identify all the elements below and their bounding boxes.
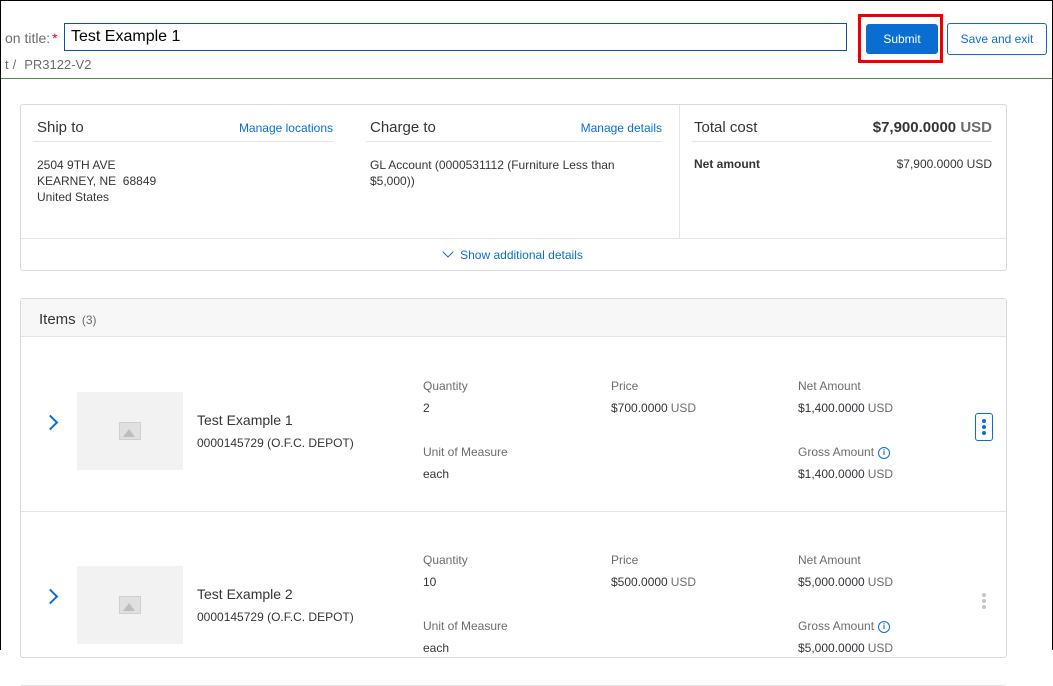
gross-amount: $1,400.0000 — [798, 467, 865, 481]
total-cost-value: $7,900.0000 USD — [873, 119, 992, 136]
charge-to-title: Charge to — [370, 119, 436, 136]
price-value: $500.0000 USD — [611, 575, 696, 589]
quantity-label: Quantity — [423, 379, 468, 393]
net-amount: $1,400.0000 — [798, 401, 865, 415]
quantity-value: 2 — [423, 401, 430, 415]
charge-to-account: GL Account (0000531112 (Furniture Less t… — [370, 158, 615, 188]
breadcrumb: t / PR3122-V2 — [5, 57, 91, 72]
items-section: Items (3) Test Example 1 0000145729 (O.F… — [20, 298, 1007, 686]
info-icon[interactable]: i — [878, 446, 891, 459]
gross-amount-label-text: Gross Amount — [798, 619, 875, 633]
price-amount: $700.0000 — [611, 401, 668, 415]
price-amount: $500.0000 — [611, 575, 668, 589]
ship-to-title: Ship to — [37, 119, 84, 136]
gross-amount-label-text: Gross Amount — [798, 445, 875, 459]
gross-amount: $5,000.0000 — [798, 641, 865, 655]
ship-to-header: Ship to Manage locations — [33, 105, 333, 142]
card-divider — [21, 238, 1006, 239]
more-vertical-icon[interactable] — [975, 413, 993, 441]
manage-locations-link[interactable]: Manage locations — [239, 121, 333, 135]
item-row: Test Example 2 0000145729 (O.F.C. DEPOT)… — [21, 511, 1006, 686]
uom-label: Unit of Measure — [423, 619, 508, 633]
net-amount-label: Net Amount — [798, 379, 861, 393]
breadcrumb-separator: / — [12, 57, 17, 72]
total-cost-section: Total cost $7,900.0000 USD Net amount $7… — [679, 105, 1008, 238]
net-amount-value: $5,000.0000 USD — [798, 575, 893, 589]
net-amount-value: $1,400.0000 USD — [798, 401, 893, 415]
price-label: Price — [611, 379, 639, 393]
title-label: on title: * — [5, 30, 58, 46]
chevron-right-icon[interactable] — [42, 414, 59, 431]
frame-top-border — [0, 0, 1053, 1]
ship-to-section: Ship to Manage locations 2504 9TH AVE KE… — [33, 105, 333, 238]
gross-currency: USD — [867, 467, 894, 481]
item-supplier: 0000145729 (O.F.C. DEPOT) — [197, 436, 354, 450]
uom-label: Unit of Measure — [423, 445, 508, 459]
gross-amount-value: $1,400.0000 USD — [798, 467, 893, 481]
address-line-1: 2504 9TH AVE — [37, 158, 116, 172]
quantity-value: 10 — [423, 575, 437, 589]
show-additional-details-label: Show additional details — [460, 248, 583, 262]
price-currency: USD — [670, 575, 697, 589]
price-currency: USD — [670, 401, 697, 415]
item-image-placeholder — [77, 392, 183, 470]
header-divider — [1, 78, 1052, 79]
ship-to-address: 2504 9TH AVE KEARNEY, NE 68849 United St… — [37, 157, 156, 205]
price-label: Price — [611, 553, 639, 567]
chevron-right-icon[interactable] — [42, 588, 59, 605]
item-name[interactable]: Test Example 1 — [197, 412, 293, 428]
price-value: $700.0000 USD — [611, 401, 696, 415]
items-header: Items (3) — [21, 299, 1006, 337]
chevron-down-icon — [442, 246, 454, 258]
uom-value: each — [423, 641, 450, 655]
frame-left-border — [0, 0, 1, 650]
items-title-text: Items — [39, 311, 76, 328]
show-additional-details-link[interactable]: Show additional details — [21, 246, 1006, 262]
quantity-label: Quantity — [423, 553, 468, 567]
item-supplier: 0000145729 (O.F.C. DEPOT) — [197, 610, 354, 624]
save-and-exit-button[interactable]: Save and exit — [947, 23, 1047, 55]
manage-details-link[interactable]: Manage details — [581, 121, 662, 135]
image-placeholder-icon — [119, 596, 141, 614]
uom-value: each — [423, 467, 450, 481]
address-line-2: KEARNEY, NE 68849 — [37, 174, 157, 188]
info-icon[interactable]: i — [878, 620, 891, 633]
submit-button[interactable]: Submit — [866, 24, 938, 54]
more-vertical-icon[interactable] — [975, 587, 993, 615]
net-amount-value: $7,900.0000 USD — [896, 157, 992, 171]
item-row: Test Example 1 0000145729 (O.F.C. DEPOT)… — [21, 337, 1006, 512]
gross-currency: USD — [867, 641, 894, 655]
title-label-text: on title: — [5, 30, 51, 46]
gross-amount-label: Gross Amount i — [798, 619, 891, 633]
gross-amount-label: Gross Amount i — [798, 445, 891, 459]
net-amount-label: Net amount — [694, 157, 760, 171]
net-amount: $5,000.0000 — [798, 575, 865, 589]
total-cost-amount: $7,900.0000 — [872, 119, 957, 136]
items-title: Items (3) — [39, 311, 97, 328]
title-input[interactable] — [64, 23, 847, 51]
required-mark: * — [52, 30, 58, 46]
total-cost-title: Total cost — [694, 119, 758, 136]
total-cost-currency: USD — [960, 119, 992, 136]
charge-to-header: Charge to Manage details — [366, 105, 662, 142]
details-card: Ship to Manage locations 2504 9TH AVE KE… — [20, 104, 1007, 271]
net-currency: USD — [867, 401, 894, 415]
item-name[interactable]: Test Example 2 — [197, 586, 293, 602]
gross-amount-value: $5,000.0000 USD — [798, 641, 893, 655]
charge-to-section: Charge to Manage details GL Account (000… — [366, 105, 662, 238]
net-currency: USD — [867, 575, 894, 589]
total-cost-header: Total cost $7,900.0000 USD — [692, 105, 992, 142]
items-count: (3) — [81, 313, 97, 327]
item-image-placeholder — [77, 566, 183, 644]
net-amount-label: Net Amount — [798, 553, 861, 567]
image-placeholder-icon — [119, 422, 141, 440]
breadcrumb-current: PR3122-V2 — [24, 57, 92, 72]
breadcrumb-prefix[interactable]: t — [5, 57, 9, 72]
address-line-3: United States — [37, 190, 110, 204]
